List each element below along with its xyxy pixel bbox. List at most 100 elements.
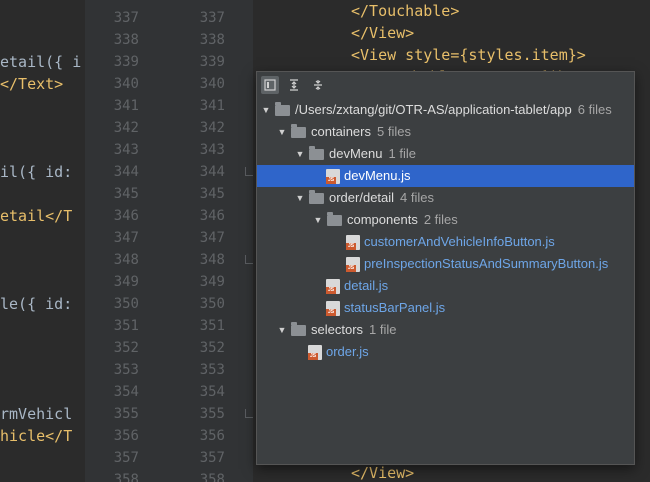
tree-file-node[interactable]: order.js <box>257 341 634 363</box>
line-number: 355 <box>113 406 139 422</box>
left-code-pane[interactable]: etail({ i </Text> il({ id: etail</T le({ id:… <box>0 0 86 482</box>
popup-toolbar <box>261 76 327 98</box>
line-number: 338 <box>199 32 225 48</box>
tree-node-label: customerAndVehicleInfoButton.js <box>364 234 555 249</box>
chevron-down-icon[interactable]: ▼ <box>295 143 305 165</box>
line-number: 341 <box>113 98 139 114</box>
line-number: 353 <box>199 362 225 378</box>
line-number: 355 <box>199 406 225 422</box>
line-number: 356 <box>113 428 139 444</box>
js-file-icon <box>326 278 340 294</box>
left-code-line: le({ id: <box>0 295 73 313</box>
chevron-down-icon[interactable]: ▼ <box>277 121 287 143</box>
line-number: 340 <box>113 76 139 92</box>
chevron-down-icon[interactable]: ▼ <box>261 99 271 121</box>
line-number: 354 <box>199 384 225 400</box>
js-file-icon <box>346 234 360 250</box>
line-number: 352 <box>113 340 139 356</box>
tree-node-label: order.js <box>326 344 369 359</box>
tree-folder-node[interactable]: ▼ containers 5 files <box>257 121 634 143</box>
line-number: 340 <box>199 76 225 92</box>
line-number: 341 <box>199 98 225 114</box>
folder-icon <box>327 211 342 226</box>
chevron-down-icon[interactable]: ▼ <box>277 319 287 341</box>
tree-node-label: /Users/zxtang/git/OTR-AS/application-tab… <box>295 102 572 117</box>
line-number: 342 <box>113 120 139 136</box>
tree-node-label: preInspectionStatusAndSummaryButton.js <box>364 256 609 271</box>
line-number: 351 <box>113 318 139 334</box>
js-file-icon <box>326 300 340 316</box>
tree-file-node[interactable]: preInspectionStatusAndSummaryButton.js <box>257 253 634 275</box>
line-number-gutter: 337 337 338 338 339 339 340 340 341 341 342 342 343 3… <box>85 0 253 482</box>
line-number: 347 <box>113 230 139 246</box>
line-number: 353 <box>113 362 139 378</box>
left-code-line: hicle</T <box>0 427 73 445</box>
line-number: 351 <box>199 318 225 334</box>
fold-marker-icon[interactable] <box>245 167 253 176</box>
left-code-line: </Text> <box>0 75 64 93</box>
changed-files-popup[interactable]: ▼ /Users/zxtang/git/OTR-AS/application-ta… <box>256 71 635 465</box>
line-number: 347 <box>199 230 225 246</box>
folder-icon <box>309 145 324 160</box>
tree-node-label: components <box>347 212 418 227</box>
tree-file-node[interactable]: detail.js <box>257 275 634 297</box>
line-number: 348 <box>199 252 225 268</box>
fold-marker-icon[interactable] <box>245 255 253 264</box>
chevron-down-icon[interactable]: ▼ <box>313 209 323 231</box>
left-code-line: rmVehicl <box>0 405 73 423</box>
tree-node-label: detail.js <box>344 278 389 293</box>
left-code-line: il({ id: <box>0 163 73 181</box>
left-code-line: etail</T <box>0 207 73 225</box>
line-number: 350 <box>199 296 225 312</box>
js-file-icon <box>346 256 360 272</box>
line-number: 342 <box>199 120 225 136</box>
line-number: 344 <box>113 164 139 180</box>
line-number: 348 <box>113 252 139 268</box>
tree-file-node[interactable]: devMenu.js <box>257 165 634 187</box>
fold-marker-icon[interactable] <box>245 409 253 418</box>
tree-folder-node[interactable]: ▼ components 2 files <box>257 209 634 231</box>
editor-code-line: <View style={styles.item}> <box>351 46 586 64</box>
line-number: 343 <box>199 142 225 158</box>
line-number: 358 <box>199 472 225 482</box>
expand-all-icon[interactable] <box>285 76 303 94</box>
tree-node-label: statusBarPanel.js <box>344 300 446 315</box>
line-number: 345 <box>199 186 225 202</box>
file-count: 1 file <box>388 146 416 161</box>
tree-folder-node[interactable]: ▼ /Users/zxtang/git/OTR-AS/application-ta… <box>257 99 634 121</box>
file-count: 1 file <box>369 322 397 337</box>
editor-code-line: </View> <box>351 464 415 482</box>
js-file-icon <box>326 168 340 184</box>
js-file-icon <box>308 344 322 360</box>
file-count: 4 files <box>400 190 435 205</box>
tree-folder-node[interactable]: ▼ order/detail 4 files <box>257 187 634 209</box>
left-code-line: etail({ i <box>0 53 82 71</box>
editor-code-line: </View> <box>351 24 415 42</box>
line-number: 354 <box>113 384 139 400</box>
line-number: 350 <box>113 296 139 312</box>
line-number: 343 <box>113 142 139 158</box>
line-number: 345 <box>113 186 139 202</box>
tree-file-node[interactable]: statusBarPanel.js <box>257 297 634 319</box>
structure-icon[interactable] <box>261 76 279 94</box>
line-number: 339 <box>199 54 225 70</box>
folder-icon <box>309 189 324 204</box>
tree-node-label: selectors <box>311 322 364 337</box>
line-number: 346 <box>199 208 225 224</box>
tree-file-node[interactable]: customerAndVehicleInfoButton.js <box>257 231 634 253</box>
folder-icon <box>291 123 306 138</box>
tree-folder-node[interactable]: ▼ devMenu 1 file <box>257 143 634 165</box>
line-number: 339 <box>113 54 139 70</box>
line-number: 338 <box>113 32 139 48</box>
tree-folder-node[interactable]: ▼ selectors 1 file <box>257 319 634 341</box>
chevron-down-icon[interactable]: ▼ <box>295 187 305 209</box>
line-number: 349 <box>113 274 139 290</box>
file-count: 6 files <box>577 102 612 117</box>
line-number: 352 <box>199 340 225 356</box>
collapse-all-icon[interactable] <box>309 76 327 94</box>
line-number: 337 <box>113 10 139 26</box>
line-number: 358 <box>113 472 139 482</box>
tree-node-label: order/detail <box>329 190 395 205</box>
tree-node-label: containers <box>311 124 371 139</box>
line-number: 356 <box>199 428 225 444</box>
